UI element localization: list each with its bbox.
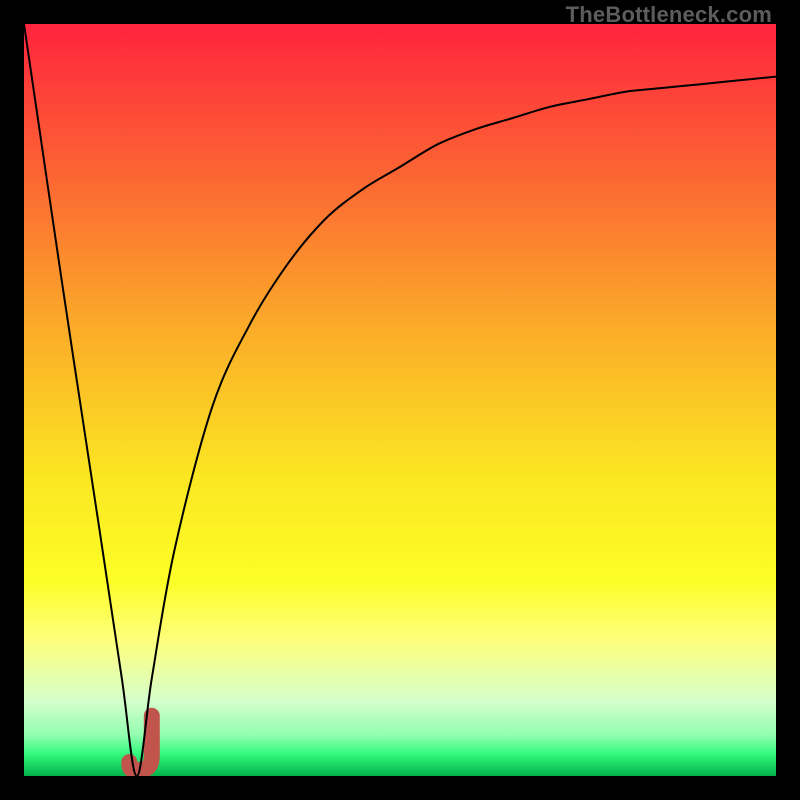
bottleneck-chart [24, 24, 776, 776]
watermark-text: TheBottleneck.com [566, 2, 772, 28]
plot-area [24, 24, 776, 776]
chart-frame: TheBottleneck.com [0, 0, 800, 800]
gradient-background [24, 24, 776, 776]
